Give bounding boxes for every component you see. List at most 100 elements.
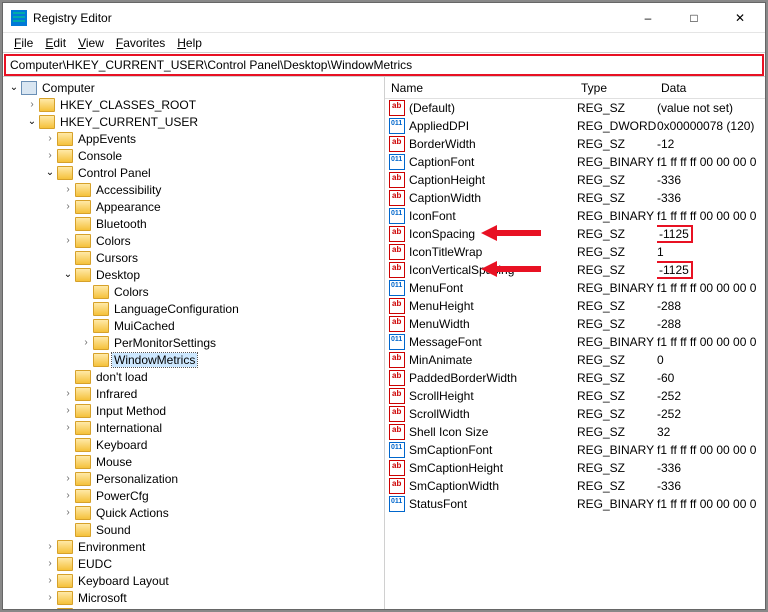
close-button[interactable]: ✕ [717, 3, 763, 32]
tree-item-input-method[interactable]: ›Input Method [3, 402, 384, 419]
chevron-down-icon[interactable]: ⌄ [43, 167, 57, 178]
value-row-shell-icon-size[interactable]: Shell Icon SizeREG_SZ32 [385, 423, 765, 441]
tree-item-hkey-current-user[interactable]: ⌄HKEY_CURRENT_USER [3, 113, 384, 130]
tree-item-mouse[interactable]: Mouse [3, 453, 384, 470]
value-row-captionwidth[interactable]: CaptionWidthREG_SZ-336 [385, 189, 765, 207]
tree-item-bluetooth[interactable]: Bluetooth [3, 215, 384, 232]
value-row-smcaptionfont[interactable]: SmCaptionFontREG_BINARYf1 ff ff ff 00 00… [385, 441, 765, 459]
tree-item-keyboard[interactable]: Keyboard [3, 436, 384, 453]
value-row-minanimate[interactable]: MinAnimateREG_SZ0 [385, 351, 765, 369]
folder-icon [75, 523, 91, 537]
chevron-right-icon[interactable]: › [25, 99, 39, 110]
folder-icon [57, 149, 73, 163]
tree-label: HKEY_CLASSES_ROOT [58, 98, 198, 112]
chevron-right-icon[interactable]: › [61, 235, 75, 246]
list-header[interactable]: Name Type Data [385, 77, 765, 99]
value-row-captionheight[interactable]: CaptionHeightREG_SZ-336 [385, 171, 765, 189]
value-row-menufont[interactable]: MenuFontREG_BINARYf1 ff ff ff 00 00 00 0 [385, 279, 765, 297]
tree-item-eudc[interactable]: ›EUDC [3, 555, 384, 572]
tree-item-control-panel[interactable]: ⌄Control Panel [3, 164, 384, 181]
tree-item-keyboard-layout[interactable]: ›Keyboard Layout [3, 572, 384, 589]
chevron-right-icon[interactable]: › [79, 337, 93, 348]
value-row-iconverticalspacing[interactable]: IconVerticalSpacingREG_SZ-1125 [385, 261, 765, 279]
value-row-scrollheight[interactable]: ScrollHeightREG_SZ-252 [385, 387, 765, 405]
value-row-messagefont[interactable]: MessageFontREG_BINARYf1 ff ff ff 00 00 0… [385, 333, 765, 351]
chevron-right-icon[interactable]: › [61, 473, 75, 484]
tree-item-permonitorsettings[interactable]: ›PerMonitorSettings [3, 334, 384, 351]
maximize-button[interactable]: □ [671, 3, 717, 32]
tree-item-languageconfiguration[interactable]: LanguageConfiguration [3, 300, 384, 317]
chevron-down-icon[interactable]: ⌄ [25, 116, 39, 127]
value-row-borderwidth[interactable]: BorderWidthREG_SZ-12 [385, 135, 765, 153]
value-row-menuwidth[interactable]: MenuWidthREG_SZ-288 [385, 315, 765, 333]
chevron-right-icon[interactable]: › [43, 541, 57, 552]
col-header-data[interactable]: Data [655, 79, 765, 97]
chevron-right-icon[interactable]: › [43, 558, 57, 569]
tree-item-windowmetrics[interactable]: WindowMetrics [3, 351, 384, 368]
value-row-scrollwidth[interactable]: ScrollWidthREG_SZ-252 [385, 405, 765, 423]
minimize-button[interactable]: – [625, 3, 671, 32]
tree-item-personalization[interactable]: ›Personalization [3, 470, 384, 487]
tree-item-environment[interactable]: › Environment [3, 538, 384, 555]
tree-item-microsoft[interactable]: ›Microsoft [3, 589, 384, 606]
chevron-right-icon[interactable]: › [61, 405, 75, 416]
chevron-right-icon[interactable]: › [43, 150, 57, 161]
tree-item-powercfg[interactable]: ›PowerCfg [3, 487, 384, 504]
value-row-smcaptionwidth[interactable]: SmCaptionWidthREG_SZ-336 [385, 477, 765, 495]
tree-item-colors[interactable]: Colors [3, 283, 384, 300]
computer-icon [21, 81, 37, 95]
tree-item-network[interactable]: ›Network [3, 606, 384, 609]
tree-item-international[interactable]: ›International [3, 419, 384, 436]
tree-pane[interactable]: ⌄Computer › HKEY_CLASSES_ROOT⌄HKEY_CURRENT… [3, 77, 385, 609]
menu-favorites[interactable]: Favorites [111, 34, 170, 52]
tree-item-don-t-load[interactable]: don't load [3, 368, 384, 385]
value-row-paddedborderwidth[interactable]: PaddedBorderWidthREG_SZ-60 [385, 369, 765, 387]
tree-item-console[interactable]: ›Console [3, 147, 384, 164]
tree-item-computer[interactable]: ⌄Computer [3, 79, 384, 96]
value-row-menuheight[interactable]: MenuHeightREG_SZ-288 [385, 297, 765, 315]
chevron-right-icon[interactable]: › [61, 388, 75, 399]
menu-file[interactable]: File [9, 34, 38, 52]
tree-item-quick-actions[interactable]: ›Quick Actions [3, 504, 384, 521]
chevron-right-icon[interactable]: › [43, 133, 57, 144]
titlebar[interactable]: Registry Editor – □ ✕ [3, 3, 765, 33]
tree-item-accessibility[interactable]: ›Accessibility [3, 181, 384, 198]
chevron-right-icon[interactable]: › [61, 490, 75, 501]
value-data: -336 [657, 461, 763, 475]
chevron-right-icon[interactable]: › [61, 507, 75, 518]
value-row-iconspacing[interactable]: IconSpacingREG_SZ-1125 [385, 225, 765, 243]
chevron-right-icon[interactable]: › [43, 592, 57, 603]
chevron-right-icon[interactable]: › [61, 422, 75, 433]
chevron-right-icon[interactable]: › [61, 184, 75, 195]
chevron-right-icon[interactable]: › [43, 575, 57, 586]
tree-item-cursors[interactable]: Cursors [3, 249, 384, 266]
address-bar[interactable]: Computer\HKEY_CURRENT_USER\Control Panel… [4, 54, 764, 76]
tree-item-muicached[interactable]: MuiCached [3, 317, 384, 334]
menu-help[interactable]: Help [172, 34, 207, 52]
values-pane[interactable]: Name Type Data (Default)REG_SZ(value not… [385, 77, 765, 609]
tree-item-appevents[interactable]: ›AppEvents [3, 130, 384, 147]
value-row-statusfont[interactable]: StatusFontREG_BINARYf1 ff ff ff 00 00 00… [385, 495, 765, 513]
col-header-name[interactable]: Name [385, 79, 575, 97]
tree-item-desktop[interactable]: ⌄Desktop [3, 266, 384, 283]
menu-edit[interactable]: Edit [40, 34, 71, 52]
string-value-icon [389, 370, 405, 386]
value-row-applieddpi[interactable]: AppliedDPIREG_DWORD0x00000078 (120) [385, 117, 765, 135]
tree-item-hkey-classes-root[interactable]: › HKEY_CLASSES_ROOT [3, 96, 384, 113]
menu-view[interactable]: View [73, 34, 109, 52]
value-row-iconfont[interactable]: IconFontREG_BINARYf1 ff ff ff 00 00 00 0 [385, 207, 765, 225]
value-name: IconFont [409, 209, 577, 223]
tree-item-infrared[interactable]: ›Infrared [3, 385, 384, 402]
col-header-type[interactable]: Type [575, 79, 655, 97]
value-row--default-[interactable]: (Default)REG_SZ(value not set) [385, 99, 765, 117]
tree-item-colors[interactable]: ›Colors [3, 232, 384, 249]
chevron-down-icon[interactable]: ⌄ [7, 82, 21, 93]
tree-label: Environment [76, 540, 147, 554]
chevron-right-icon[interactable]: › [61, 201, 75, 212]
chevron-down-icon[interactable]: ⌄ [61, 269, 75, 280]
value-row-captionfont[interactable]: CaptionFontREG_BINARYf1 ff ff ff 00 00 0… [385, 153, 765, 171]
tree-item-appearance[interactable]: ›Appearance [3, 198, 384, 215]
value-row-icontitlewrap[interactable]: IconTitleWrapREG_SZ1 [385, 243, 765, 261]
value-row-smcaptionheight[interactable]: SmCaptionHeightREG_SZ-336 [385, 459, 765, 477]
tree-item-sound[interactable]: Sound [3, 521, 384, 538]
